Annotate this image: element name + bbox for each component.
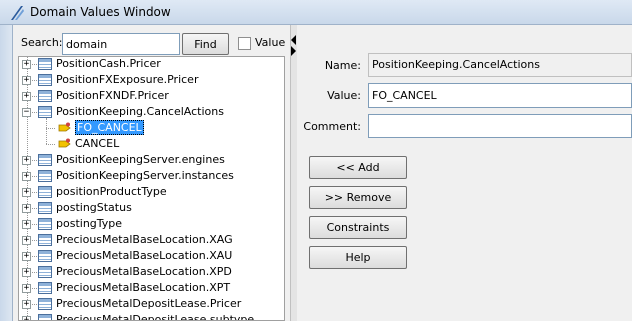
search-label: Search: bbox=[21, 36, 63, 49]
remove-button[interactable]: >> Remove bbox=[309, 186, 407, 209]
value-field[interactable] bbox=[368, 83, 632, 108]
tree-node-label: postingStatus bbox=[56, 201, 132, 214]
table-icon bbox=[38, 266, 52, 278]
detail-panel: Name: PositionKeeping.CancelActions Valu… bbox=[297, 25, 632, 321]
tree-node[interactable]: + PositionCash.Pricer bbox=[19, 57, 284, 72]
tree-node-label: PreciousMetalDepositLease.subtype bbox=[56, 313, 255, 321]
table-icon bbox=[38, 154, 52, 166]
tree-node[interactable]: + PreciousMetalBaseLocation.XPT bbox=[19, 280, 284, 296]
find-button[interactable]: Find bbox=[182, 33, 229, 55]
table-icon bbox=[38, 234, 52, 246]
tree-node-label: positionProductType bbox=[56, 185, 167, 198]
table-icon bbox=[38, 106, 52, 118]
tree-node[interactable]: + PreciousMetalDepositLease.Pricer bbox=[19, 296, 284, 312]
expand-icon[interactable]: + bbox=[22, 268, 31, 277]
tree-node-label: PreciousMetalDepositLease.Pricer bbox=[56, 297, 242, 310]
value-icon bbox=[58, 122, 71, 132]
expand-icon[interactable]: + bbox=[22, 188, 31, 197]
table-icon bbox=[38, 314, 52, 320]
tree-node[interactable]: + PreciousMetalBaseLocation.XPD bbox=[19, 264, 284, 280]
expand-icon[interactable]: + bbox=[22, 172, 31, 181]
window-title: Domain Values Window bbox=[30, 5, 171, 19]
expand-icon[interactable]: + bbox=[22, 204, 31, 213]
table-icon bbox=[38, 202, 52, 214]
left-panel: Search: Find Value +PositionCash.Pricer+… bbox=[13, 25, 291, 321]
domain-tree[interactable]: + PositionCash.Pricer + PositionFXExposure.… bbox=[18, 56, 285, 321]
tree-leaf[interactable]: FO_CANCEL bbox=[19, 120, 284, 136]
tree-node[interactable]: + PreciousMetalBaseLocation.XAU bbox=[19, 248, 284, 264]
title-bar: Domain Values Window bbox=[0, 0, 632, 25]
tree-node-label: PositionFXNDF.Pricer bbox=[56, 89, 169, 102]
add-button[interactable]: << Add bbox=[309, 156, 407, 179]
table-icon bbox=[38, 170, 52, 182]
tree-node-label: PreciousMetalBaseLocation.XAU bbox=[56, 249, 233, 262]
tree-node[interactable]: + PositionKeepingServer.instances bbox=[19, 168, 284, 184]
table-icon bbox=[38, 186, 52, 198]
collapse-left-icon[interactable] bbox=[291, 35, 296, 45]
expand-icon[interactable]: + bbox=[22, 92, 31, 101]
comment-field[interactable] bbox=[368, 114, 632, 138]
table-icon bbox=[38, 282, 52, 294]
comment-label: Comment: bbox=[303, 120, 361, 133]
tree-leaf-label-selected: FO_CANCEL bbox=[75, 120, 144, 135]
name-field: PositionKeeping.CancelActions bbox=[368, 53, 632, 77]
name-label: Name: bbox=[324, 59, 361, 72]
expand-icon[interactable]: + bbox=[22, 220, 31, 229]
table-icon bbox=[38, 250, 52, 262]
collapse-icon[interactable]: − bbox=[22, 108, 31, 117]
expand-icon[interactable]: + bbox=[22, 316, 31, 320]
expand-icon[interactable]: + bbox=[22, 252, 31, 261]
tree-node[interactable]: + PreciousMetalBaseLocation.XAG bbox=[19, 232, 284, 248]
tree-node-label: PositionFXExposure.Pricer bbox=[56, 73, 199, 86]
tree-leaf[interactable]: CANCEL bbox=[19, 136, 284, 152]
tree-node[interactable]: + PositionFXExposure.Pricer bbox=[19, 72, 284, 88]
tree-leaf-label: CANCEL bbox=[75, 137, 120, 150]
table-icon bbox=[38, 298, 52, 310]
tree-node-label: PositionKeepingServer.instances bbox=[56, 169, 234, 182]
collapse-right-icon[interactable] bbox=[291, 46, 296, 56]
table-icon bbox=[38, 74, 52, 86]
tree-node-label: PreciousMetalBaseLocation.XAG bbox=[56, 233, 233, 246]
tree-node[interactable]: + PreciousMetalDepositLease.subtype bbox=[19, 312, 284, 321]
tree-node[interactable]: + positionProductType bbox=[19, 184, 284, 200]
value-label: Value: bbox=[327, 89, 361, 102]
constraints-button[interactable]: Constraints bbox=[309, 216, 407, 239]
tree-node-label: PositionCash.Pricer bbox=[56, 57, 161, 70]
expand-icon[interactable]: + bbox=[22, 300, 31, 309]
table-icon bbox=[38, 58, 52, 70]
value-checkbox[interactable] bbox=[238, 37, 251, 50]
tree-node-label: PreciousMetalBaseLocation.XPT bbox=[56, 281, 231, 294]
tree-node-label: PositionKeepingServer.engines bbox=[56, 153, 225, 166]
tree-node-label: PositionKeeping.CancelActions bbox=[56, 105, 224, 118]
expand-icon[interactable]: + bbox=[22, 156, 31, 165]
expand-icon[interactable]: + bbox=[22, 284, 31, 293]
window-frame bbox=[0, 25, 13, 321]
app-logo-icon bbox=[11, 6, 24, 20]
tree-node-label: PreciousMetalBaseLocation.XPD bbox=[56, 265, 232, 278]
tree-node[interactable]: + postingType bbox=[19, 216, 284, 232]
table-icon bbox=[38, 90, 52, 102]
expand-icon[interactable]: + bbox=[22, 236, 31, 245]
expand-icon[interactable]: + bbox=[22, 76, 31, 85]
tree-node[interactable]: − PositionKeeping.CancelActions bbox=[19, 104, 284, 120]
tree-node[interactable]: + PositionFXNDF.Pricer bbox=[19, 88, 284, 104]
search-input[interactable] bbox=[62, 33, 180, 55]
expand-icon[interactable]: + bbox=[22, 60, 31, 69]
help-button[interactable]: Help bbox=[309, 246, 407, 269]
value-checkbox-label: Value bbox=[255, 36, 286, 49]
tree-node[interactable]: + PositionKeepingServer.engines bbox=[19, 152, 284, 168]
tree-node-label: postingType bbox=[56, 217, 123, 230]
value-icon bbox=[58, 138, 71, 148]
tree-node[interactable]: + postingStatus bbox=[19, 200, 284, 216]
table-icon bbox=[38, 218, 52, 230]
